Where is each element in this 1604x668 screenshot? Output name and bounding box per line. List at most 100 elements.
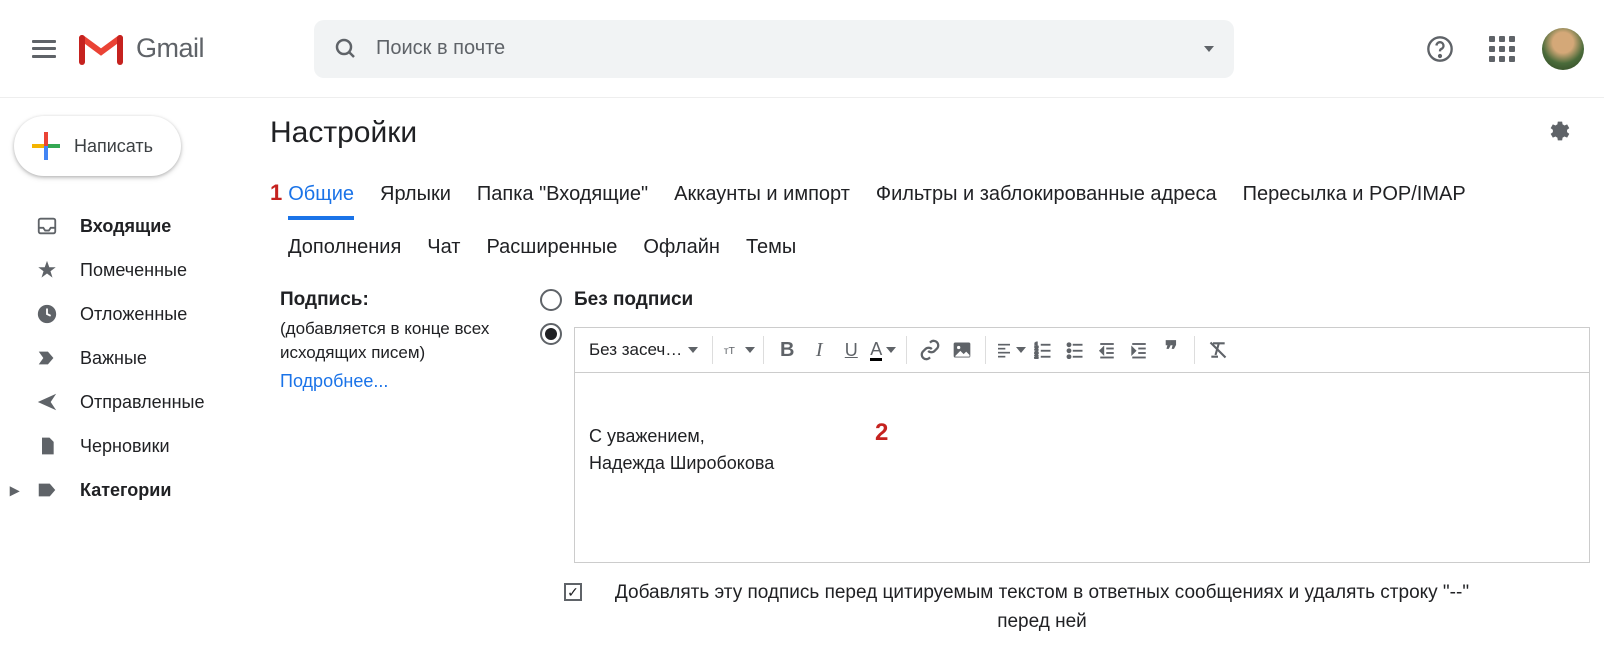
signature-toolbar: Без засеч… тТ B I U A [574, 327, 1590, 373]
main-menu-button[interactable] [20, 25, 68, 73]
layout: Написать Входящие Помеченные Отложенные … [0, 98, 1604, 666]
align-button[interactable] [994, 335, 1026, 365]
signature-textarea[interactable]: С уважением, Надежда Широбокова 2 [574, 373, 1590, 563]
search-options-caret-icon[interactable] [1204, 46, 1214, 52]
sidebar-item-label: Входящие [80, 216, 171, 237]
header: Gmail [0, 0, 1604, 98]
sidebar-item-label: Отправленные [80, 392, 205, 413]
sidebar-item-snoozed[interactable]: Отложенные [0, 292, 270, 336]
tab-advanced[interactable]: Расширенные [486, 236, 617, 259]
signature-editor: Без засеч… тТ B I U A [574, 327, 1590, 563]
logo[interactable]: Gmail [78, 32, 204, 66]
link-icon [919, 339, 941, 361]
tab-general[interactable]: Общие [288, 183, 354, 220]
radio-no-signature-row: Без подписи [540, 289, 1590, 311]
sidebar-item-label: Отложенные [80, 304, 187, 325]
link-button[interactable] [915, 335, 945, 365]
caret-down-icon [886, 347, 896, 353]
search-bar[interactable] [314, 20, 1234, 78]
search-input[interactable] [376, 37, 1204, 60]
bold-button[interactable]: B [772, 335, 802, 365]
indent-less-button[interactable] [1092, 335, 1122, 365]
apps-button[interactable] [1480, 27, 1524, 71]
bullet-list-icon [1065, 341, 1085, 359]
indent-more-icon [1129, 341, 1149, 359]
label-icon [36, 479, 58, 501]
radio-with-signature[interactable] [540, 323, 562, 345]
sidebar-item-categories[interactable]: ▸ Категории [0, 468, 270, 512]
indent-more-button[interactable] [1124, 335, 1154, 365]
tab-labels[interactable]: Ярлыки [380, 183, 451, 216]
account-avatar[interactable] [1542, 28, 1584, 70]
caret-down-icon [688, 347, 698, 353]
tab-accounts[interactable]: Аккаунты и импорт [674, 183, 850, 216]
separator [1194, 336, 1195, 364]
svg-text:2: 2 [1035, 349, 1039, 355]
signature-body: Без подписи Без засеч… тТ [540, 289, 1590, 636]
caret-down-icon [745, 347, 755, 353]
hamburger-icon [32, 40, 56, 58]
signature-learn-more-link[interactable]: Подробнее... [280, 371, 388, 392]
signature-before-quote-checkbox[interactable] [564, 583, 582, 601]
star-icon [36, 259, 58, 281]
remove-format-icon [1207, 340, 1229, 360]
settings-tabs-row1: 1 Общие Ярлыки Папка "Входящие" Аккаунты… [270, 180, 1590, 220]
svg-text:тТ: тТ [724, 345, 736, 357]
clock-icon [36, 303, 58, 325]
gear-icon [1546, 118, 1572, 144]
tab-inbox[interactable]: Папка "Входящие" [477, 183, 648, 216]
signature-title: Подпись: [280, 289, 540, 311]
tab-forwarding[interactable]: Пересылка и POP/IMAP [1243, 183, 1466, 216]
annotation-1: 1 [270, 180, 282, 206]
caret-down-icon [1016, 347, 1026, 353]
nav-list: Входящие Помеченные Отложенные Важные От… [0, 204, 270, 512]
image-icon [952, 340, 972, 360]
underline-button[interactable]: U [836, 335, 866, 365]
signature-line1: С уважением, [589, 423, 1575, 450]
important-icon [36, 347, 58, 369]
image-button[interactable] [947, 335, 977, 365]
remove-format-button[interactable] [1203, 335, 1233, 365]
tab-addons[interactable]: Дополнения [288, 236, 401, 259]
sidebar-item-sent[interactable]: Отправленные [0, 380, 270, 424]
italic-button[interactable]: I [804, 335, 834, 365]
bullet-list-button[interactable] [1060, 335, 1090, 365]
tab-chat[interactable]: Чат [427, 236, 460, 259]
indent-less-icon [1097, 341, 1117, 359]
sidebar-item-label: Категории [80, 480, 171, 501]
sent-icon [36, 391, 58, 413]
help-button[interactable] [1418, 27, 1462, 71]
font-size-button[interactable]: тТ [721, 335, 755, 365]
radio-no-signature[interactable] [540, 289, 562, 311]
signature-before-quote-row: Добавлять эту подпись перед цитируемым т… [564, 579, 1590, 636]
signature-label-col: Подпись: (добавляется в конце всех исход… [270, 289, 540, 636]
tab-offline[interactable]: Офлайн [643, 236, 720, 259]
tab-filters[interactable]: Фильтры и заблокированные адреса [876, 183, 1217, 216]
plus-icon [32, 132, 60, 160]
sidebar-item-label: Черновики [80, 436, 170, 457]
sidebar-item-inbox[interactable]: Входящие [0, 204, 270, 248]
font-family-value: Без засеч… [589, 340, 682, 360]
sidebar-item-drafts[interactable]: Черновики [0, 424, 270, 468]
separator [906, 336, 907, 364]
tab-themes[interactable]: Темы [746, 236, 796, 259]
tab-general-wrap: 1 Общие [270, 180, 354, 220]
gmail-m-icon [78, 32, 124, 66]
help-icon [1426, 35, 1454, 63]
main-title-row: Настройки [270, 116, 1590, 150]
apps-grid-icon [1489, 36, 1515, 62]
sidebar-item-starred[interactable]: Помеченные [0, 248, 270, 292]
settings-gear-button[interactable] [1546, 118, 1572, 149]
signature-line2: Надежда Широбокова [589, 450, 1575, 477]
numbered-list-button[interactable]: 123 [1028, 335, 1058, 365]
quote-button[interactable]: ❞ [1156, 335, 1186, 365]
sidebar: Написать Входящие Помеченные Отложенные … [0, 98, 270, 666]
font-family-select[interactable]: Без засеч… [583, 340, 704, 360]
numbered-list-icon: 123 [1033, 341, 1053, 359]
text-color-button[interactable]: A [868, 335, 898, 365]
header-right [1418, 27, 1584, 71]
radio-with-signature-row: Без засеч… тТ B I U A [540, 323, 1590, 563]
compose-button[interactable]: Написать [14, 116, 181, 176]
sidebar-item-important[interactable]: Важные [0, 336, 270, 380]
signature-desc: (добавляется в конце всех исходящих писе… [280, 317, 540, 365]
